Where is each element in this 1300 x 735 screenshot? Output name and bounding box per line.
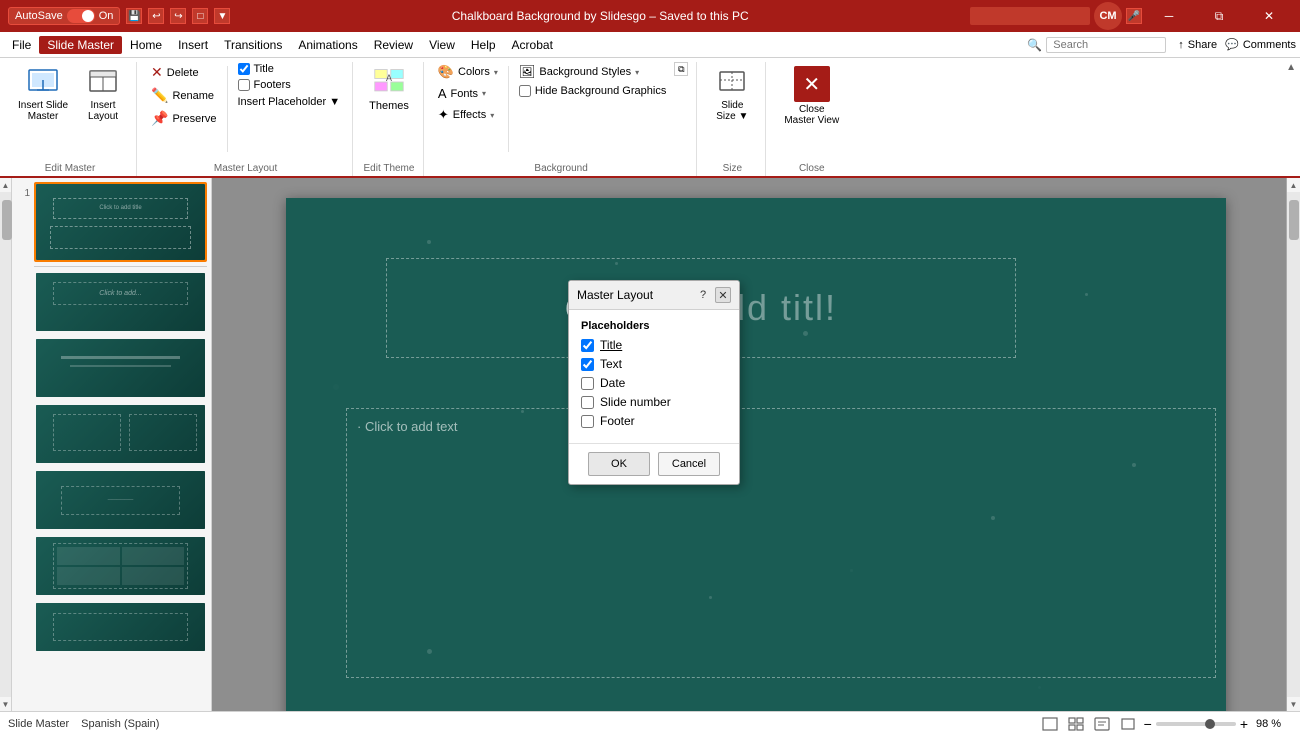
dialog-header-buttons: ? ✕: [695, 287, 731, 303]
dialog-checkbox-title[interactable]: Title: [581, 338, 727, 352]
main-area: ▲ ▼ 1 Click to add title: [0, 178, 1300, 711]
dialog-checkbox-slide-number[interactable]: Slide number: [581, 395, 727, 409]
dialog-overlay: Master Layout ? ✕ Placeholders Title Tex…: [212, 178, 1300, 711]
dialog-title: Master Layout: [577, 288, 653, 302]
text-checkbox-label[interactable]: Text: [600, 357, 622, 371]
dialog-help-button[interactable]: ?: [695, 287, 711, 303]
cancel-button[interactable]: Cancel: [658, 452, 720, 476]
dialog-checkbox-date[interactable]: Date: [581, 376, 727, 390]
canvas-area: Click to add titl! · Click to add text M…: [212, 178, 1300, 711]
date-checkbox-label[interactable]: Date: [600, 376, 625, 390]
slide-number-checkbox-label[interactable]: Slide number: [600, 395, 671, 409]
dialog-section-label: Placeholders: [581, 320, 727, 332]
text-checkbox-input[interactable]: [581, 358, 594, 371]
title-checkbox-input[interactable]: [581, 339, 594, 352]
date-checkbox-input[interactable]: [581, 377, 594, 390]
dialog-header: Master Layout ? ✕: [569, 281, 739, 310]
slide-number-checkbox-input[interactable]: [581, 396, 594, 409]
footer-checkbox-input[interactable]: [581, 415, 594, 428]
dialog-body: Placeholders Title Text Date: [569, 310, 739, 443]
dialog-close-button[interactable]: ✕: [715, 287, 731, 303]
ok-button[interactable]: OK: [588, 452, 650, 476]
footer-checkbox-label[interactable]: Footer: [600, 414, 635, 428]
dialog-footer: OK Cancel: [569, 443, 739, 484]
title-checkbox-label[interactable]: Title: [600, 338, 622, 352]
master-layout-dialog: Master Layout ? ✕ Placeholders Title Tex…: [568, 280, 740, 485]
dialog-checkbox-footer[interactable]: Footer: [581, 414, 727, 428]
dialog-checkbox-text[interactable]: Text: [581, 357, 727, 371]
